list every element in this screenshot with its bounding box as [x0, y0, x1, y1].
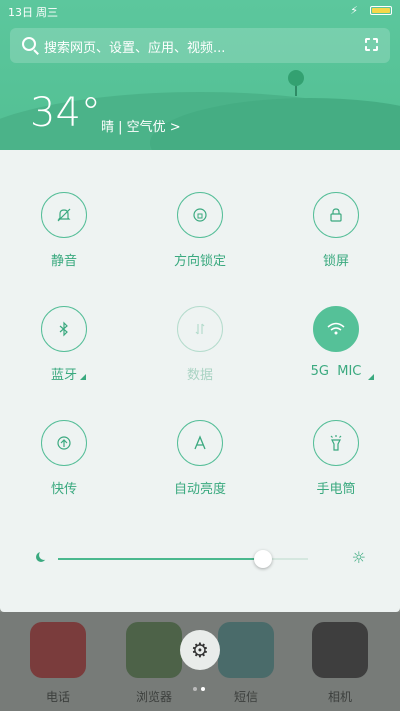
battery-icon: [370, 6, 392, 15]
rotation-lock-icon: [177, 192, 223, 238]
phone-app-icon[interactable]: [30, 622, 86, 678]
lock-icon: [313, 192, 359, 238]
camera-app-icon[interactable]: [312, 622, 368, 678]
status-bar: 13日 周三 ⚡: [8, 4, 392, 20]
data-icon: [177, 306, 223, 352]
app-label: 短信: [233, 690, 258, 704]
search-bar[interactable]: 搜索网页、设置、应用、视频...: [10, 28, 390, 63]
weather-summary-link[interactable]: 晴 | 空气优 >: [101, 116, 181, 135]
toggle-silent[interactable]: 静音: [4, 192, 124, 292]
page-dot-active: [201, 687, 205, 691]
toggle-label: 5G MIC: [276, 364, 396, 380]
toggle-flashlight[interactable]: 手电筒: [276, 420, 396, 520]
bolt-icon: ⚡: [350, 4, 358, 17]
sun-icon: ☼: [351, 548, 366, 567]
search-icon: [22, 37, 36, 51]
toggle-label-text: 蓝牙: [50, 368, 77, 383]
toggle-mobile-data[interactable]: 数据: [140, 306, 260, 406]
share-icon: [41, 420, 87, 466]
settings-gear-button[interactable]: ⚙: [180, 630, 220, 670]
toggle-wifi[interactable]: 5G MIC: [276, 306, 396, 406]
toggle-label: 锁屏: [322, 254, 349, 269]
toggle-quick-share[interactable]: 快传: [4, 420, 124, 520]
messages-app-icon[interactable]: [218, 622, 274, 678]
temperature: 34°: [30, 90, 101, 136]
browser-app-icon[interactable]: [126, 622, 182, 678]
weather-header: 13日 周三 ⚡ 搜索网页、设置、应用、视频... 34° 晴 | 空气优 >: [0, 0, 400, 150]
brightness-slider[interactable]: [58, 550, 308, 568]
app-label: 浏览器: [135, 690, 172, 704]
status-date: 13日: [8, 6, 33, 19]
search-input[interactable]: 搜索网页、设置、应用、视频...: [44, 37, 225, 56]
wifi-icon: [313, 306, 359, 352]
expand-arrow-icon: [80, 374, 86, 380]
app-label: 电话: [45, 690, 70, 704]
app-label: 相机: [327, 690, 352, 704]
brightness-control: ☼: [36, 548, 366, 572]
moon-icon: [36, 550, 49, 562]
bell-off-icon: [41, 192, 87, 238]
auto-brightness-icon: [177, 420, 223, 466]
bluetooth-icon: [41, 306, 87, 352]
gear-icon: ⚙: [191, 638, 209, 662]
flashlight-icon: [313, 420, 359, 466]
status-weekday: 周三: [36, 6, 58, 19]
toggle-label-text: 5G MIC: [310, 364, 362, 379]
toggle-label: 数据: [186, 368, 213, 383]
brightness-fill: [58, 558, 263, 560]
toggle-label: 手电筒: [316, 482, 356, 497]
toggle-rotation-lock[interactable]: 方向锁定: [140, 192, 260, 292]
toggle-label: 自动亮度: [173, 482, 226, 497]
toggle-label: 静音: [50, 254, 77, 269]
toggle-lock-screen[interactable]: 锁屏: [276, 192, 396, 292]
scan-icon[interactable]: [365, 38, 378, 51]
tree-decoration: [288, 70, 304, 86]
toggle-auto-brightness[interactable]: 自动亮度: [140, 420, 260, 520]
toggle-bluetooth[interactable]: 蓝牙: [4, 306, 124, 406]
toggle-label: 蓝牙: [4, 364, 124, 383]
page-dot: [193, 687, 197, 691]
toggle-label: 快传: [50, 482, 77, 497]
expand-arrow-icon: [368, 374, 374, 380]
brightness-thumb[interactable]: [254, 550, 272, 568]
quick-settings-panel: 静音 方向锁定 锁屏 蓝牙 数据 5G MIC 快传 自动亮度 手电筒: [0, 150, 400, 612]
page-indicator: [193, 676, 209, 695]
toggle-label: 方向锁定: [173, 254, 226, 269]
